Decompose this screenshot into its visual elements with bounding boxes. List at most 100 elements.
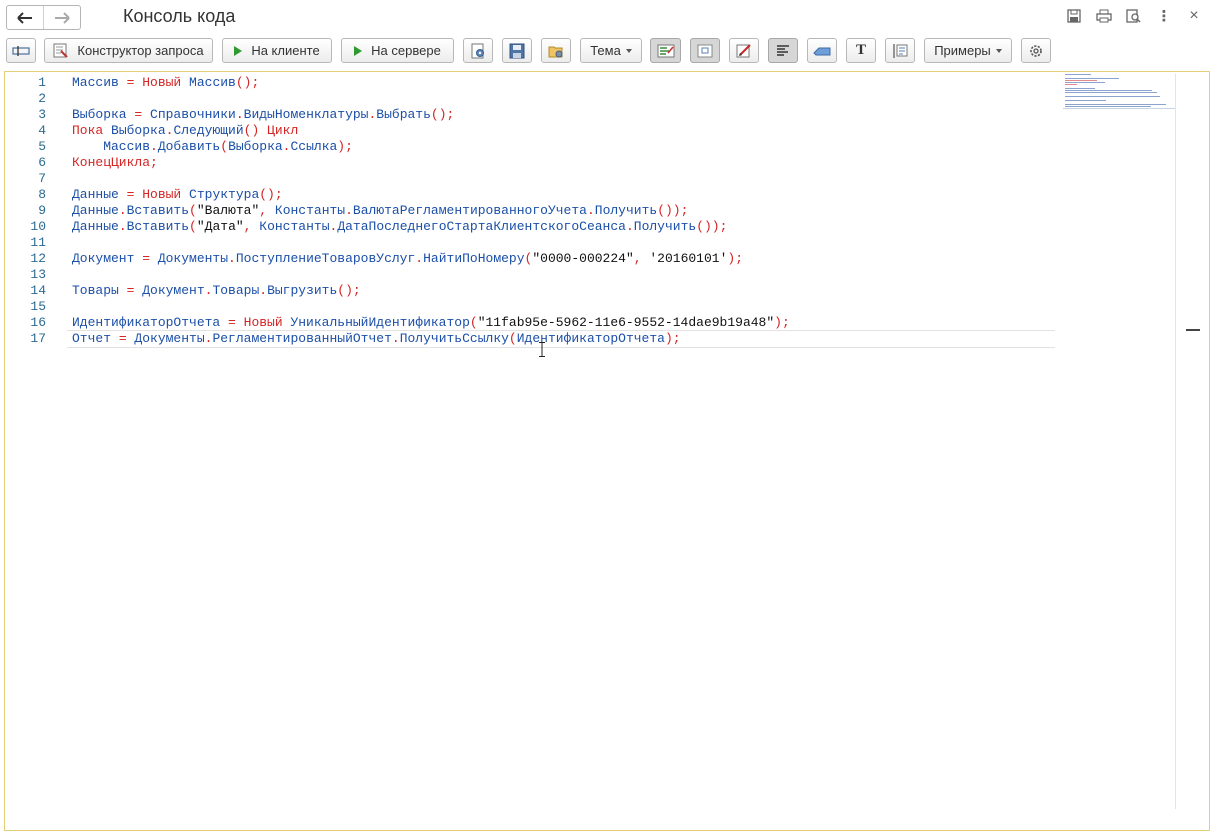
theme-dropdown[interactable]: Тема xyxy=(580,38,642,63)
code-token: ); xyxy=(337,139,353,154)
code-area[interactable]: 1 Массив = Новый Массив(); 2 3 Выборка = Спр… xyxy=(5,75,1175,348)
minimap-toggle[interactable] xyxy=(690,38,720,63)
open-folder-button[interactable] xyxy=(541,38,571,63)
examples-label: Примеры xyxy=(934,43,991,58)
minimap-line xyxy=(1065,100,1106,101)
code-token: Получить xyxy=(594,203,658,218)
play-icon xyxy=(354,45,363,56)
code-line[interactable]: 7 xyxy=(5,171,1175,187)
clear-output-button[interactable] xyxy=(729,38,759,63)
run-on-client-button[interactable]: На клиенте xyxy=(222,38,332,63)
code-token: . xyxy=(259,283,268,298)
code-line[interactable]: 6 КонецЦикла; xyxy=(5,155,1175,171)
vertical-scrollbar[interactable] xyxy=(1175,74,1176,809)
code-line[interactable]: 16 ИдентификаторОтчета = Новый Уникальный… xyxy=(5,315,1175,331)
run-on-server-button[interactable]: На сервере xyxy=(341,38,454,63)
code-token: ДатаПоследнегоСтартаКлиентскогоСеанса xyxy=(337,219,626,234)
window-controls: ⋮ × xyxy=(1059,6,1209,26)
save-window-button[interactable] xyxy=(1059,6,1089,26)
minimap-line xyxy=(1065,82,1105,83)
code-line[interactable]: 8 Данные = Новый Структура(); xyxy=(5,187,1175,203)
code-token: Данные xyxy=(72,187,119,202)
close-button[interactable]: × xyxy=(1179,6,1209,26)
code-token: "0000-000224" xyxy=(532,251,634,266)
back-arrow-icon xyxy=(17,11,32,24)
run-on-client-label: На клиенте xyxy=(251,43,320,58)
code-line[interactable]: 4 Пока Выборка.Следующий() Цикл xyxy=(5,123,1175,139)
code-line[interactable]: 1 Массив = Новый Массив(); xyxy=(5,75,1175,91)
forward-button[interactable] xyxy=(43,6,80,29)
code-text: Данные = Новый Структура(); xyxy=(72,187,283,203)
line-number: 3 xyxy=(38,107,46,122)
code-token: Выборка xyxy=(228,139,283,154)
query-builder-button[interactable]: Конструктор запроса xyxy=(44,38,213,63)
code-line[interactable]: 9 Данные.Вставить("Валюта", Константы.Вал… xyxy=(5,203,1175,219)
title-bar: Консоль кода ⋮ × xyxy=(0,0,1213,34)
code-token: УникальныйИдентификатор xyxy=(282,315,470,330)
code-line[interactable]: 10 Данные.Вставить("Дата", Константы.Дата… xyxy=(5,219,1175,235)
code-token: Массив xyxy=(181,75,236,90)
code-token: Справочники xyxy=(150,107,236,122)
code-token: . xyxy=(391,331,400,346)
code-editor[interactable]: 1 Массив = Новый Массив(); 2 3 Выборка = Спр… xyxy=(4,71,1210,831)
code-token: (); xyxy=(235,75,260,90)
code-line[interactable]: 13 xyxy=(5,267,1175,283)
highlight-icon xyxy=(657,44,674,57)
code-line[interactable]: 12 Документ = Документы.ПоступлениеТоваро… xyxy=(5,251,1175,267)
preview-button[interactable] xyxy=(1119,6,1149,26)
code-line[interactable]: 3 Выборка = Справочники.ВидыНоменклатуры.… xyxy=(5,107,1175,123)
code-text: ИдентификаторОтчета = Новый УникальныйИд… xyxy=(72,315,790,331)
code-token: , xyxy=(243,219,260,234)
more-button[interactable]: ⋮ xyxy=(1149,6,1179,26)
print-button[interactable] xyxy=(1089,6,1119,26)
code-token: "Валюта" xyxy=(196,203,260,218)
clear-field-button[interactable] xyxy=(807,38,837,63)
code-line[interactable]: 5 Массив.Добавить(Выборка.Ссылка); xyxy=(5,139,1175,155)
code-line[interactable]: 11 xyxy=(5,235,1175,251)
panel-toggle-button[interactable] xyxy=(6,38,36,63)
gear-document-icon xyxy=(471,43,484,58)
code-token: Данные xyxy=(72,203,119,218)
code-token: Добавить xyxy=(157,139,221,154)
settings-button[interactable] xyxy=(1021,38,1051,63)
code-token: "Дата" xyxy=(196,219,244,234)
minimap[interactable] xyxy=(1063,74,1175,109)
code-token: Цикл xyxy=(267,123,299,138)
minimap-line xyxy=(1065,88,1095,89)
gear-icon xyxy=(1030,44,1042,57)
code-token: . xyxy=(228,251,236,266)
code-token: Структура xyxy=(181,187,260,202)
scroll-position-marker[interactable] xyxy=(1186,329,1200,331)
save-button[interactable] xyxy=(502,38,532,63)
code-line[interactable]: 14 Товары = Документ.Товары.Выгрузить(); xyxy=(5,283,1175,299)
code-line[interactable]: 2 xyxy=(5,91,1175,107)
back-button[interactable] xyxy=(7,6,43,29)
code-token: ); xyxy=(727,251,743,266)
code-token: . xyxy=(150,139,158,154)
outline-button[interactable] xyxy=(885,38,915,63)
code-token: Документы xyxy=(134,331,205,346)
examples-dropdown[interactable]: Примеры xyxy=(924,38,1012,63)
toolbar: Конструктор запроса На клиенте На сервер… xyxy=(0,38,1213,65)
text-mode-button[interactable]: T xyxy=(846,38,876,63)
minimap-line xyxy=(1065,78,1119,79)
syntax-highlight-toggle[interactable] xyxy=(650,38,681,63)
code-token: () xyxy=(243,123,268,138)
edit-clear-icon xyxy=(736,43,751,57)
code-line[interactable]: 15 xyxy=(5,299,1175,315)
minimap-line xyxy=(1065,96,1160,97)
more-icon: ⋮ xyxy=(1156,8,1172,25)
code-line[interactable]: 17 Отчет = Документы.РегламентированныйОт… xyxy=(5,330,1175,348)
code-token: ПолучитьСсылку xyxy=(399,331,509,346)
chevron-down-icon xyxy=(625,48,632,53)
forward-arrow-icon xyxy=(55,11,70,24)
save-icon xyxy=(1067,9,1081,23)
code-token: = xyxy=(126,107,151,122)
code-text: Массив.Добавить(Выборка.Ссылка); xyxy=(72,139,353,155)
align-left-toggle[interactable] xyxy=(768,38,798,63)
code-token: = xyxy=(134,251,158,266)
code-token: Ссылка xyxy=(290,139,338,154)
code-token: . xyxy=(118,203,127,218)
open-settings-file-button[interactable] xyxy=(463,38,493,63)
code-text: Массив = Новый Массив(); xyxy=(72,75,259,91)
